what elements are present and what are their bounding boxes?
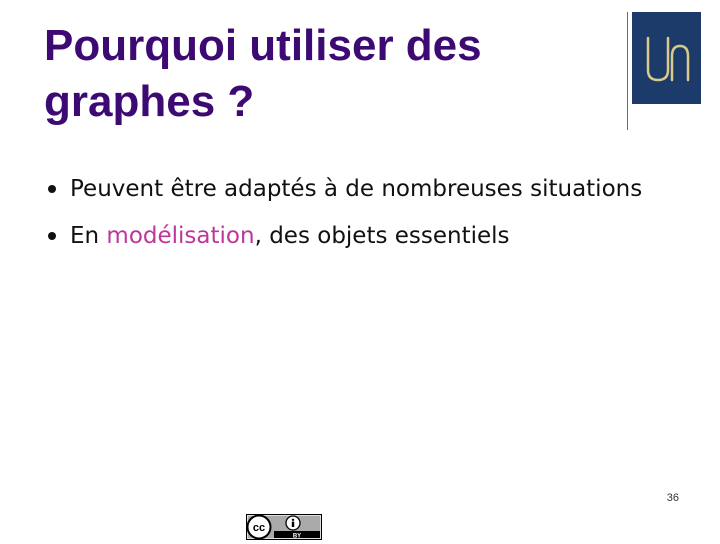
bullet-list: Peuvent être adaptés à de nombreuses sit… [44, 172, 680, 266]
university-logo-icon [646, 36, 690, 82]
bullet-dot [48, 232, 56, 240]
creative-commons-by-icon: cc BY [246, 514, 322, 540]
creative-commons-badge: cc BY [246, 514, 322, 540]
page-number: 36 [666, 492, 679, 504]
highlighted-term: modélisation [106, 223, 255, 249]
bullet-dot [48, 185, 56, 193]
logo-divider [627, 12, 628, 130]
bullet-text-prefix: En [70, 223, 107, 249]
university-logo [632, 12, 701, 104]
svg-text:cc: cc [253, 522, 265, 534]
slide-title: Pourquoi utiliser des graphes ? [44, 21, 482, 126]
bullet-item: En modélisation, des objets essentiels [44, 219, 680, 254]
license-label: BY [293, 533, 301, 539]
bullet-text-suffix: , des objets essentiels [254, 223, 510, 249]
bullet-text: Peuvent être adaptés à de nombreuses sit… [70, 176, 643, 202]
bullet-item: Peuvent être adaptés à de nombreuses sit… [44, 172, 680, 207]
